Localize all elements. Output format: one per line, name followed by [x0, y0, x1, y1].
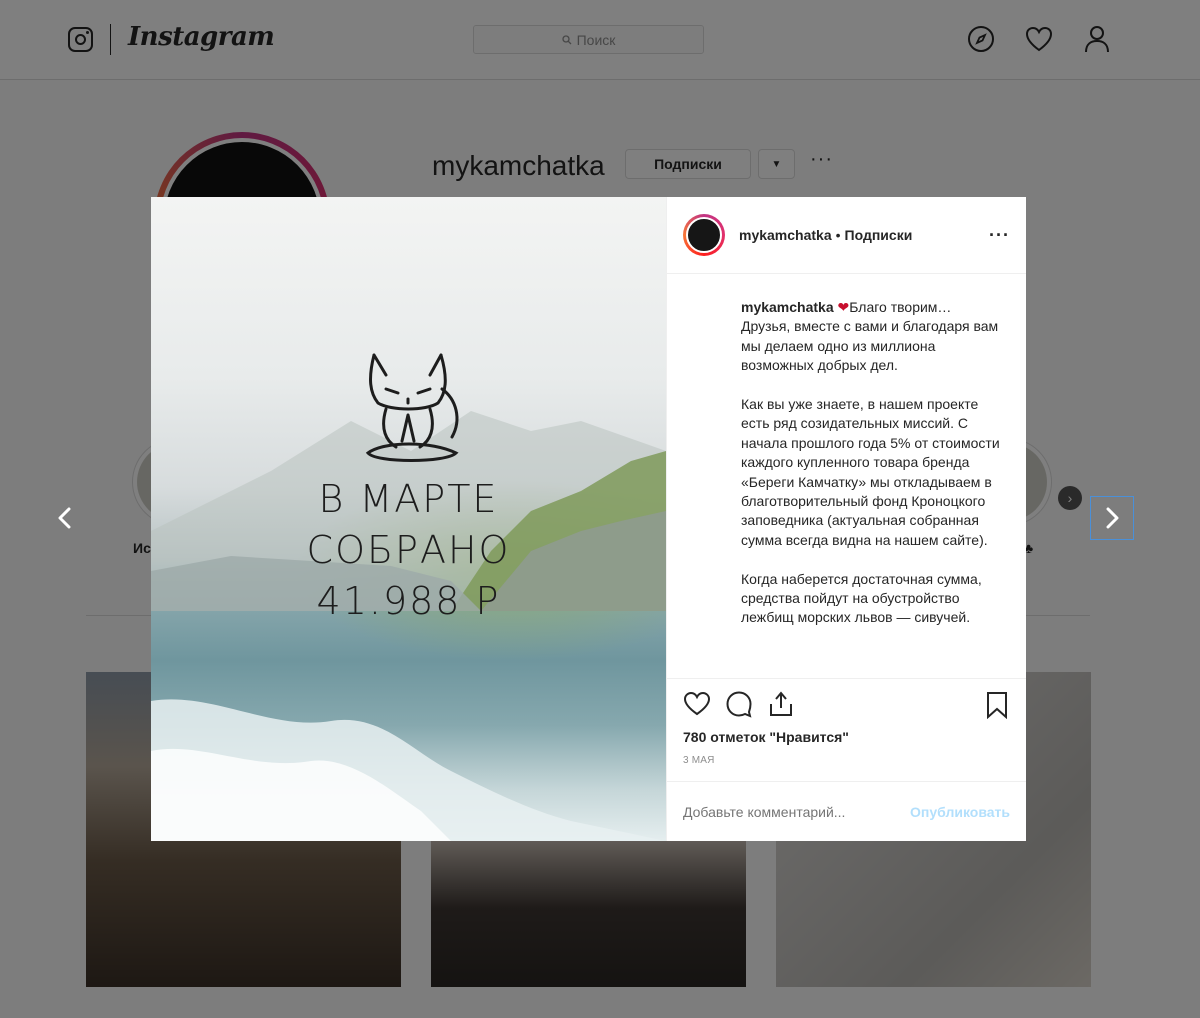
previous-post-button[interactable] — [44, 497, 86, 539]
caption-scroll[interactable]: mykamchatka ❤Благо творим… Друзья, вмест… — [667, 274, 1026, 678]
post-date[interactable]: 3 мая — [683, 755, 1010, 766]
header-separator: • — [835, 227, 841, 243]
author-avatar[interactable] — [683, 214, 725, 256]
post-header: mykamchatka • Подписки ··· — [667, 197, 1026, 274]
comment-input[interactable] — [683, 803, 911, 820]
image-text-line: СОБРАНО — [306, 528, 511, 572]
caption-intro: mykamchatka ❤Благо творим… Друзья, вмест… — [741, 298, 1006, 376]
chevron-right-icon — [1106, 507, 1119, 529]
image-text-line: В МАРТЕ — [318, 477, 499, 521]
caption-paragraph: Как вы уже знаете, в нашем проекте есть … — [741, 396, 1000, 548]
comment-form: Опубликовать — [667, 781, 1026, 841]
post-image[interactable]: В МАРТЕ СОБРАНО 41.988 Р — [151, 197, 666, 841]
likes-count[interactable]: 780 отметок "Нравится" — [683, 729, 1010, 745]
caption-paragraph: Когда наберется достаточная сумма, средс… — [741, 570, 982, 626]
header-following-button[interactable]: Подписки — [845, 227, 913, 243]
share-icon[interactable] — [767, 690, 795, 723]
like-heart-icon[interactable] — [683, 690, 711, 723]
caption-username[interactable]: mykamchatka — [741, 299, 834, 315]
author-username[interactable]: mykamchatka — [739, 227, 832, 243]
post-sidebar: mykamchatka • Подписки ··· mykamchatka ❤… — [666, 197, 1026, 841]
post-options-icon[interactable]: ··· — [989, 225, 1010, 246]
post-modal: В МАРТЕ СОБРАНО 41.988 Р mykamchatka • П… — [151, 197, 1026, 841]
publish-button[interactable]: Опубликовать — [910, 804, 1010, 820]
post-actions: 780 отметок "Нравится" 3 мая — [667, 678, 1026, 781]
chevron-left-icon — [58, 507, 71, 529]
comment-bubble-icon[interactable] — [725, 690, 753, 723]
next-post-button[interactable] — [1090, 496, 1134, 540]
heart-emoji: ❤ — [837, 299, 850, 315]
save-bookmark-icon[interactable] — [984, 691, 1010, 724]
meditating-fox-icon — [365, 353, 459, 462]
image-text-line: 41.988 Р — [316, 579, 501, 623]
sea-waves-graphic — [151, 699, 666, 841]
